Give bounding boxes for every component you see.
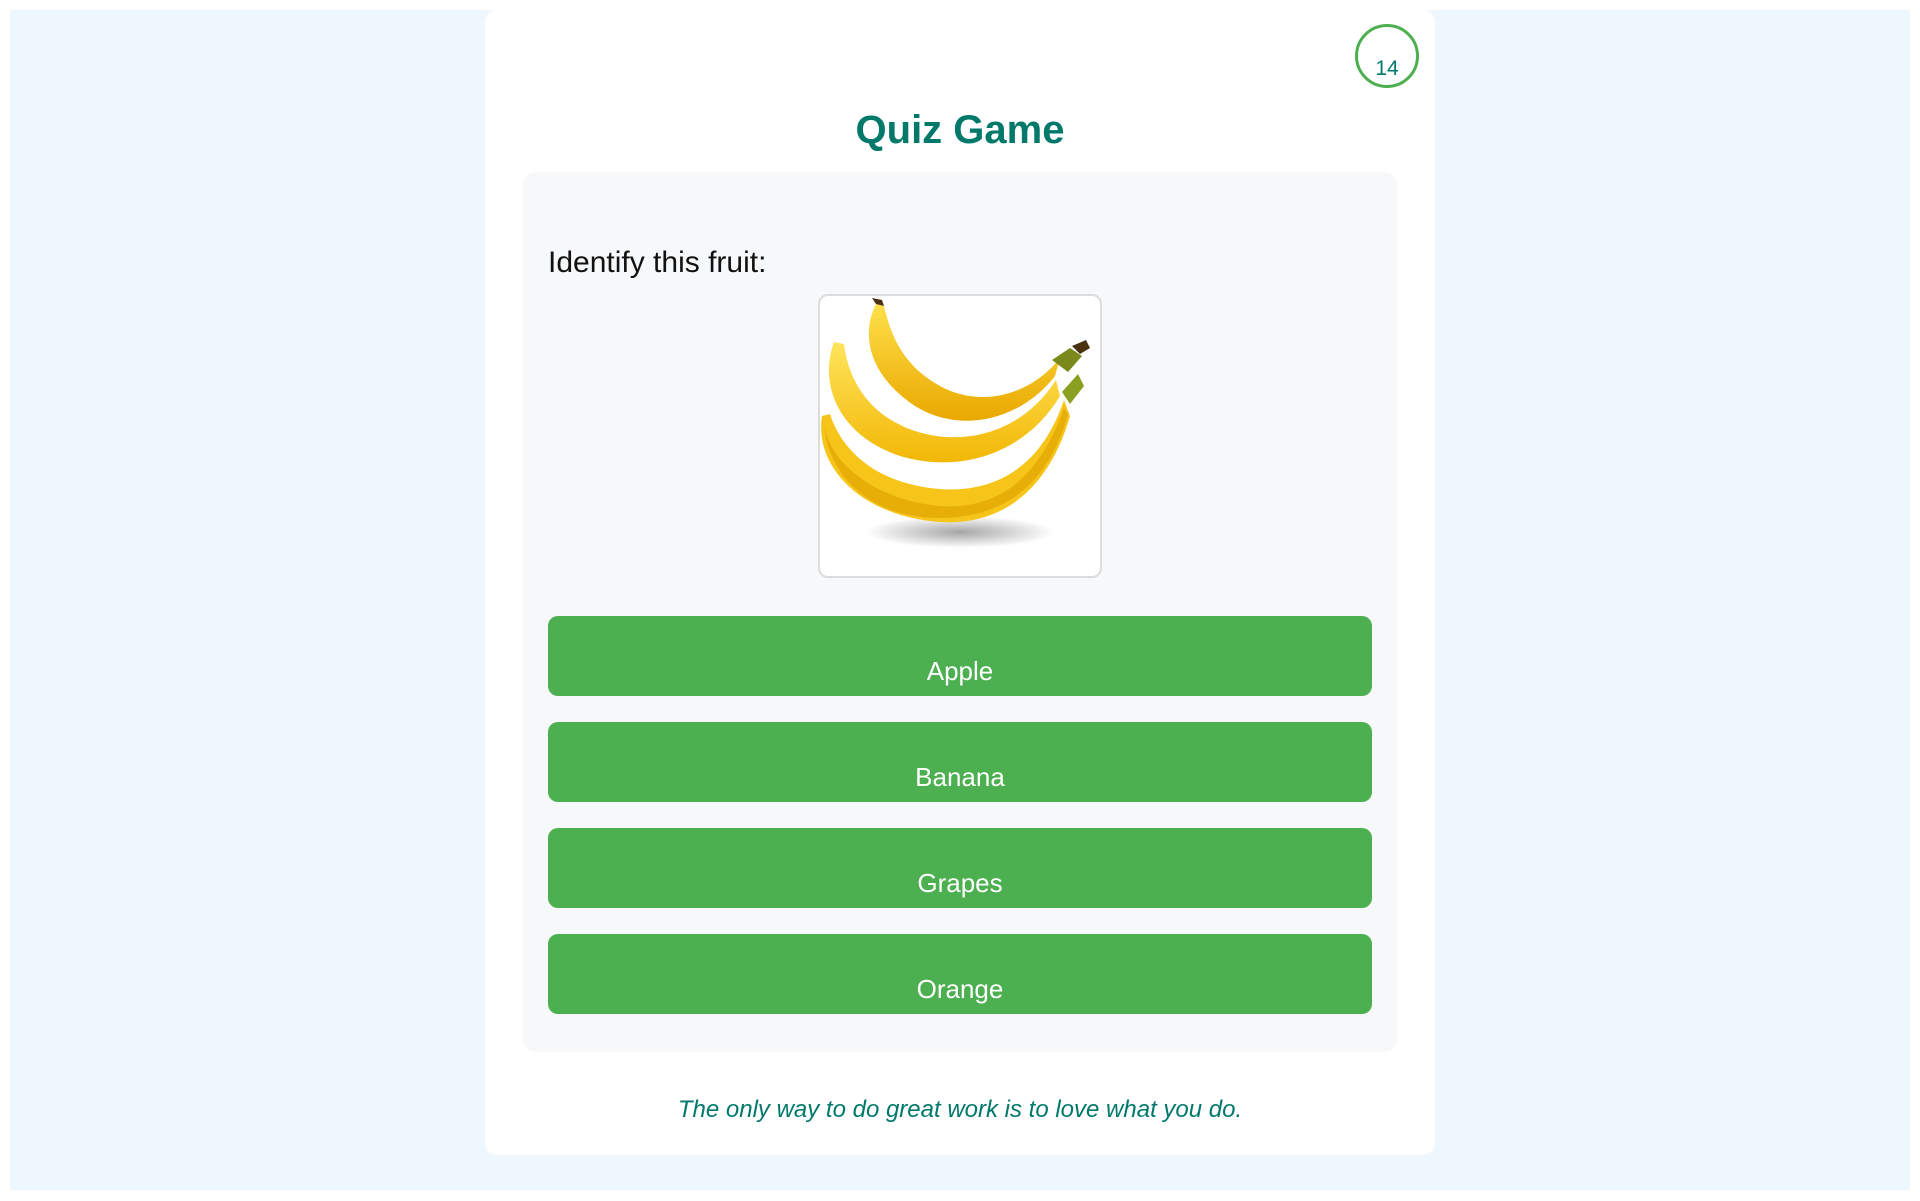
- page-title: Quiz Game: [855, 108, 1065, 152]
- question-text: Identify this fruit:: [548, 246, 767, 279]
- timer-value: 14: [1375, 57, 1399, 80]
- footer-quote: The only way to do great work is to love…: [677, 1096, 1243, 1123]
- countdown-timer: 14: [1355, 24, 1419, 88]
- option-apple-button[interactable]: Apple: [548, 616, 1372, 696]
- banana-image: [821, 298, 1090, 548]
- option-orange-button[interactable]: Orange: [548, 934, 1372, 1014]
- option-banana-button[interactable]: Banana: [548, 722, 1372, 802]
- question-image: [818, 294, 1102, 578]
- option-grapes-button[interactable]: Grapes: [548, 828, 1372, 908]
